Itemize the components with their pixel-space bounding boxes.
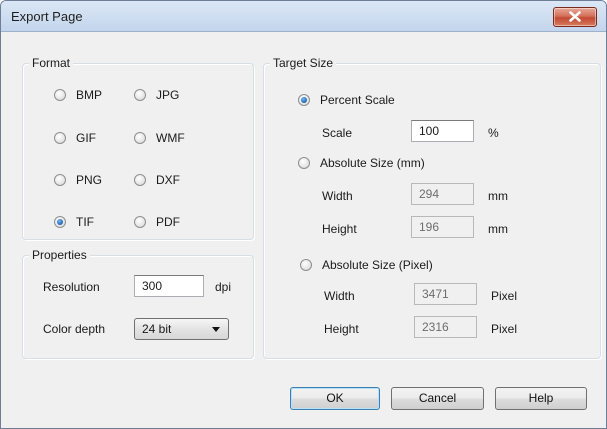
px-height-input[interactable]: 2316	[414, 316, 477, 338]
resolution-label: Resolution	[43, 280, 100, 294]
mm-height-input[interactable]: 196	[411, 216, 474, 238]
format-radio-pdf[interactable]: PDF	[134, 214, 180, 230]
properties-group-label: Properties	[29, 248, 90, 262]
format-group-label: Format	[29, 56, 74, 70]
title-bar[interactable]: Export Page	[1, 1, 606, 32]
radio-button-selected[interactable]	[298, 94, 310, 106]
px-height-unit: Pixel	[491, 322, 518, 336]
format-option-label: TIF	[76, 215, 94, 229]
format-radio-dxf[interactable]: DXF	[134, 172, 180, 188]
radio-button[interactable]	[134, 132, 146, 144]
mm-width-input[interactable]: 294	[411, 183, 474, 205]
format-option-label: JPG	[156, 88, 180, 102]
radio-button[interactable]	[134, 174, 146, 186]
properties-group: Properties	[22, 248, 254, 359]
resolution-input[interactable]: 300	[134, 275, 204, 297]
radio-button[interactable]	[54, 89, 66, 101]
px-width-unit: Pixel	[491, 289, 518, 303]
chevron-down-icon	[212, 327, 220, 332]
absolute-size-mm-label: Absolute Size (mm)	[320, 156, 425, 170]
format-option-label: BMP	[76, 88, 103, 102]
scale-input[interactable]: 100	[411, 120, 474, 142]
radio-button[interactable]	[134, 216, 146, 228]
cancel-button[interactable]: Cancel	[391, 387, 484, 410]
radio-button[interactable]	[54, 174, 66, 186]
format-radio-png[interactable]: PNG	[54, 172, 102, 188]
scale-label: Scale	[322, 126, 353, 140]
percent-scale-label: Percent Scale	[320, 93, 395, 107]
absolute-size-mm-radio[interactable]: Absolute Size (mm)	[298, 155, 425, 171]
mm-height-label: Height	[322, 222, 357, 236]
radio-button[interactable]	[134, 89, 146, 101]
radio-button-selected[interactable]	[54, 216, 66, 228]
mm-width-label: Width	[322, 189, 353, 203]
close-icon	[569, 11, 581, 22]
color-depth-value: 24 bit	[142, 322, 172, 336]
absolute-size-pixel-radio[interactable]: Absolute Size (Pixel)	[300, 257, 433, 273]
format-option-label: GIF	[76, 131, 96, 145]
px-width-input[interactable]: 3471	[414, 283, 477, 305]
format-radio-bmp[interactable]: BMP	[54, 87, 102, 103]
mm-height-unit: mm	[488, 222, 508, 236]
format-option-label: PDF	[156, 215, 180, 229]
help-button[interactable]: Help	[495, 387, 587, 410]
color-depth-dropdown[interactable]: 24 bit	[134, 318, 229, 340]
window-title: Export Page	[11, 9, 83, 24]
radio-button[interactable]	[300, 259, 312, 271]
format-radio-gif[interactable]: GIF	[54, 130, 96, 146]
format-option-label: DXF	[156, 173, 180, 187]
format-option-label: PNG	[76, 173, 103, 187]
mm-width-unit: mm	[488, 189, 508, 203]
export-page-dialog: Export Page Format BMP JPG GIF WMF PNG D…	[0, 0, 607, 429]
absolute-size-pixel-label: Absolute Size (Pixel)	[322, 258, 433, 272]
resolution-unit: dpi	[215, 280, 232, 294]
scale-unit: %	[488, 126, 499, 140]
px-width-label: Width	[324, 289, 355, 303]
radio-button[interactable]	[298, 157, 310, 169]
color-depth-label: Color depth	[43, 322, 106, 336]
target-size-group-label: Target Size	[270, 56, 337, 70]
close-button[interactable]	[553, 7, 597, 27]
percent-scale-radio[interactable]: Percent Scale	[298, 92, 395, 108]
format-radio-tif[interactable]: TIF	[54, 214, 94, 230]
format-option-label: WMF	[156, 131, 185, 145]
format-radio-wmf[interactable]: WMF	[134, 130, 185, 146]
format-radio-jpg[interactable]: JPG	[134, 87, 179, 103]
px-height-label: Height	[324, 322, 359, 336]
dialog-body: Format BMP JPG GIF WMF PNG DXF TIF PDF P…	[8, 38, 601, 420]
radio-button[interactable]	[54, 132, 66, 144]
ok-button[interactable]: OK	[290, 387, 380, 410]
